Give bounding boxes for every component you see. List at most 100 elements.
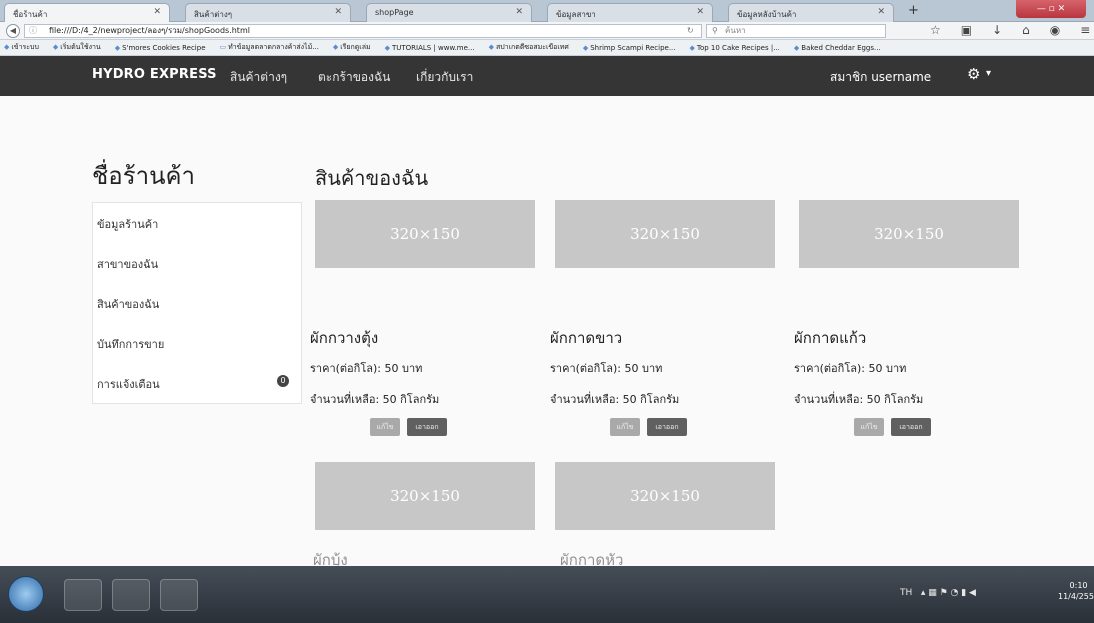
bookmark-icon: ◆ (582, 43, 589, 52)
menu-icon[interactable]: ≡ (1080, 23, 1090, 37)
browser-tab[interactable]: ข้อมูลหลังบ้านค้า ✕ (728, 3, 894, 22)
bookmark-item[interactable]: ▭ ทำข้อมูลตลาดกลางค้าส่งไม้... (220, 42, 319, 53)
bookmark-item[interactable]: ◆ TUTORIALS | www.me... (385, 44, 475, 52)
bookmark-label: S'mores Cookies Recipe (122, 43, 206, 52)
product-price: ราคา(ต่อกิโล): 50 บาท (794, 362, 907, 375)
bookmark-item[interactable]: ◆ สปาเกตตีซอสมะเขือเทศ (489, 42, 569, 53)
bookmark-icon: ◆ (689, 43, 695, 52)
product-card: 320×150 ผักกวางตุ้ง ราคา(ต่อกิโล): 50 บา… (310, 200, 535, 460)
bookmark-label: สปาเกตตีซอสมะเขือเทศ (496, 43, 569, 51)
sidebar-item-shop-info[interactable]: ข้อมูลร้านค้า (93, 203, 301, 243)
nav-link-products[interactable]: สินค้าต่างๆ (230, 68, 287, 87)
browser-tab[interactable]: shopPage ✕ (366, 3, 532, 22)
bookmark-label: เริ่มต้นใช้งาน (60, 43, 101, 51)
bookmark-label: Top 10 Cake Recipes |... (696, 43, 780, 52)
products-heading: สินค้าของฉัน (315, 166, 429, 190)
bookmark-label: ทำข้อมูลตลาดกลางค้าส่งไม้... (228, 43, 319, 51)
sidebar-item-label: บันทึกการขาย (97, 338, 165, 351)
sidebar-item-my-products[interactable]: สินค้าของฉัน (93, 283, 301, 323)
bookmark-item[interactable]: ◆ Top 10 Cake Recipes |... (690, 44, 780, 52)
download-icon[interactable]: ↓ (992, 23, 1002, 37)
home-icon[interactable]: ⌂ (1022, 23, 1030, 37)
bookmark-item[interactable]: ◆ เข้าระบบ (4, 42, 39, 53)
start-button[interactable] (8, 576, 44, 612)
close-icon[interactable]: ✕ (515, 7, 523, 17)
bookmark-item[interactable]: ◆ Baked Cheddar Eggs... (794, 44, 881, 52)
edit-button[interactable]: แก้ไข (854, 418, 884, 436)
bookmark-icon: ◆ (332, 43, 339, 51)
reload-icon[interactable]: ↻ (687, 25, 694, 37)
search-icon: ⚲ (712, 26, 718, 35)
search-placeholder: ค้นหา (725, 26, 746, 35)
remove-button[interactable]: เอาออก (407, 418, 447, 436)
close-icon[interactable]: ✕ (696, 7, 704, 17)
brand-logo[interactable]: HYDRO EXPRESS (92, 67, 217, 82)
bookmark-item[interactable]: ◆ Shrimp Scampi Recipe... (583, 44, 676, 52)
bookmark-item[interactable]: ◆ เริ่มต้นใช้งาน (53, 42, 101, 53)
tab-label: ข้อมูลหลังบ้านค้า (737, 10, 797, 19)
firefox-icon[interactable] (112, 579, 150, 611)
url-bar[interactable]: ⓘ file:///D:/4_2/newproject/ลองๆ/รวม/sho… (24, 24, 702, 38)
browser-tab[interactable]: ข้อมูลสาขา ✕ (547, 3, 713, 22)
close-icon[interactable]: ✕ (334, 7, 342, 17)
product-card: 320×150 ผักกาดแก้ว ราคา(ต่อกิโล): 50 บาท… (794, 200, 1019, 460)
edit-button[interactable]: แก้ไข (610, 418, 640, 436)
pocket-icon[interactable]: ◉ (1050, 23, 1060, 37)
browser-tab[interactable]: สินค้าต่างๆ ✕ (185, 3, 351, 22)
shop-name-heading: ชื่อร้านค้า (92, 162, 196, 190)
sidebar-item-notifications[interactable]: การแจ้งเตือน 0 (93, 363, 301, 403)
nav-link-about[interactable]: เกี่ยวกับเรา (416, 68, 473, 87)
clipboard-icon[interactable]: ▣ (961, 23, 972, 37)
member-label[interactable]: สมาชิก username (830, 68, 931, 87)
tab-label: ข้อมูลสาขา (556, 10, 596, 19)
language-indicator[interactable]: TH (900, 588, 912, 598)
bookmark-label: Shrimp Scampi Recipe... (590, 43, 676, 52)
clock-date: 11/4/2559 (1058, 592, 1094, 601)
notification-badge: 0 (277, 375, 289, 387)
product-stock: จำนวนที่เหลือ: 50 กิโลกรัม (310, 393, 440, 406)
taskbar: TH ▴ ▦ ⚑ ◔ ▮ ◀ 0:10 11/4/2559 (0, 566, 1094, 623)
clock[interactable]: 0:10 11/4/2559 (1058, 580, 1094, 602)
sidebar-item-label: สินค้าของฉัน (97, 298, 160, 311)
edit-button[interactable]: แก้ไข (370, 418, 400, 436)
new-tab-button[interactable]: + (908, 3, 919, 18)
tab-label: สินค้าต่างๆ (194, 10, 233, 19)
bookmarks-bar: ◆ เข้าระบบ ◆ เริ่มต้นใช้งาน ◆ S'mores Cooki… (0, 40, 1094, 56)
bookmark-label: เข้าระบบ (11, 43, 39, 51)
product-card: 320×150 (555, 462, 775, 562)
product-stock: จำนวนที่เหลือ: 50 กิโลกรัม (550, 393, 680, 406)
bookmark-icon: ◆ (488, 43, 495, 51)
bookmark-icon: ◆ (4, 43, 10, 51)
close-icon[interactable]: ✕ (877, 7, 885, 17)
gear-icon[interactable]: ⚙ (967, 65, 980, 83)
tray-icons[interactable]: ▴ ▦ ⚑ ◔ ▮ ◀ (915, 588, 976, 598)
search-input[interactable]: ⚲ ค้นหา (706, 24, 886, 38)
back-button[interactable]: ◀ (6, 24, 20, 38)
bookmark-item[interactable]: ◆ S'mores Cookies Recipe (115, 44, 206, 52)
sidebar-item-sales-log[interactable]: บันทึกการขาย (93, 323, 301, 363)
remove-button[interactable]: เอาออก (647, 418, 687, 436)
sidebar-item-my-branches[interactable]: สาขาของฉัน (93, 243, 301, 283)
browser-tab[interactable]: ชื่อร้านค้า ✕ (4, 3, 170, 22)
folder-icon: ▭ (219, 43, 227, 51)
product-card: 320×150 ผักกาดขาว ราคา(ต่อกิโล): 50 บาท … (550, 200, 775, 460)
sidebar-item-label: ข้อมูลร้านค้า (97, 218, 159, 231)
window-controls[interactable]: — ▫ ✕ (1016, 0, 1086, 18)
close-icon[interactable]: ✕ (153, 7, 161, 17)
product-stock: จำนวนที่เหลือ: 50 กิโลกรัม (794, 393, 924, 406)
tab-label: shopPage (375, 8, 414, 17)
bookmark-icon: ◆ (114, 43, 121, 52)
chevron-down-icon[interactable]: ▾ (986, 68, 991, 79)
bookmark-icon: ◆ (793, 43, 800, 52)
explorer-icon[interactable] (64, 579, 102, 611)
remove-button[interactable]: เอาออก (891, 418, 931, 436)
star-icon[interactable]: ☆ (930, 23, 941, 37)
nav-link-cart[interactable]: ตะกร้าของฉัน (318, 68, 390, 87)
info-icon: ⓘ (29, 26, 37, 35)
product-image-placeholder: 320×150 (315, 200, 535, 268)
product-name: ผักกาดขาว (550, 329, 623, 347)
bookmark-item[interactable]: ◆ เรียกดูเล่ม (333, 42, 371, 53)
browser-toolbar: ☆ ▣ ↓ ⌂ ◉ ≡ (930, 23, 1090, 37)
site-body: ชื่อร้านค้า ข้อมูลร้านค้า สาขาของฉัน สิน… (0, 96, 1094, 569)
paint-icon[interactable] (160, 579, 198, 611)
